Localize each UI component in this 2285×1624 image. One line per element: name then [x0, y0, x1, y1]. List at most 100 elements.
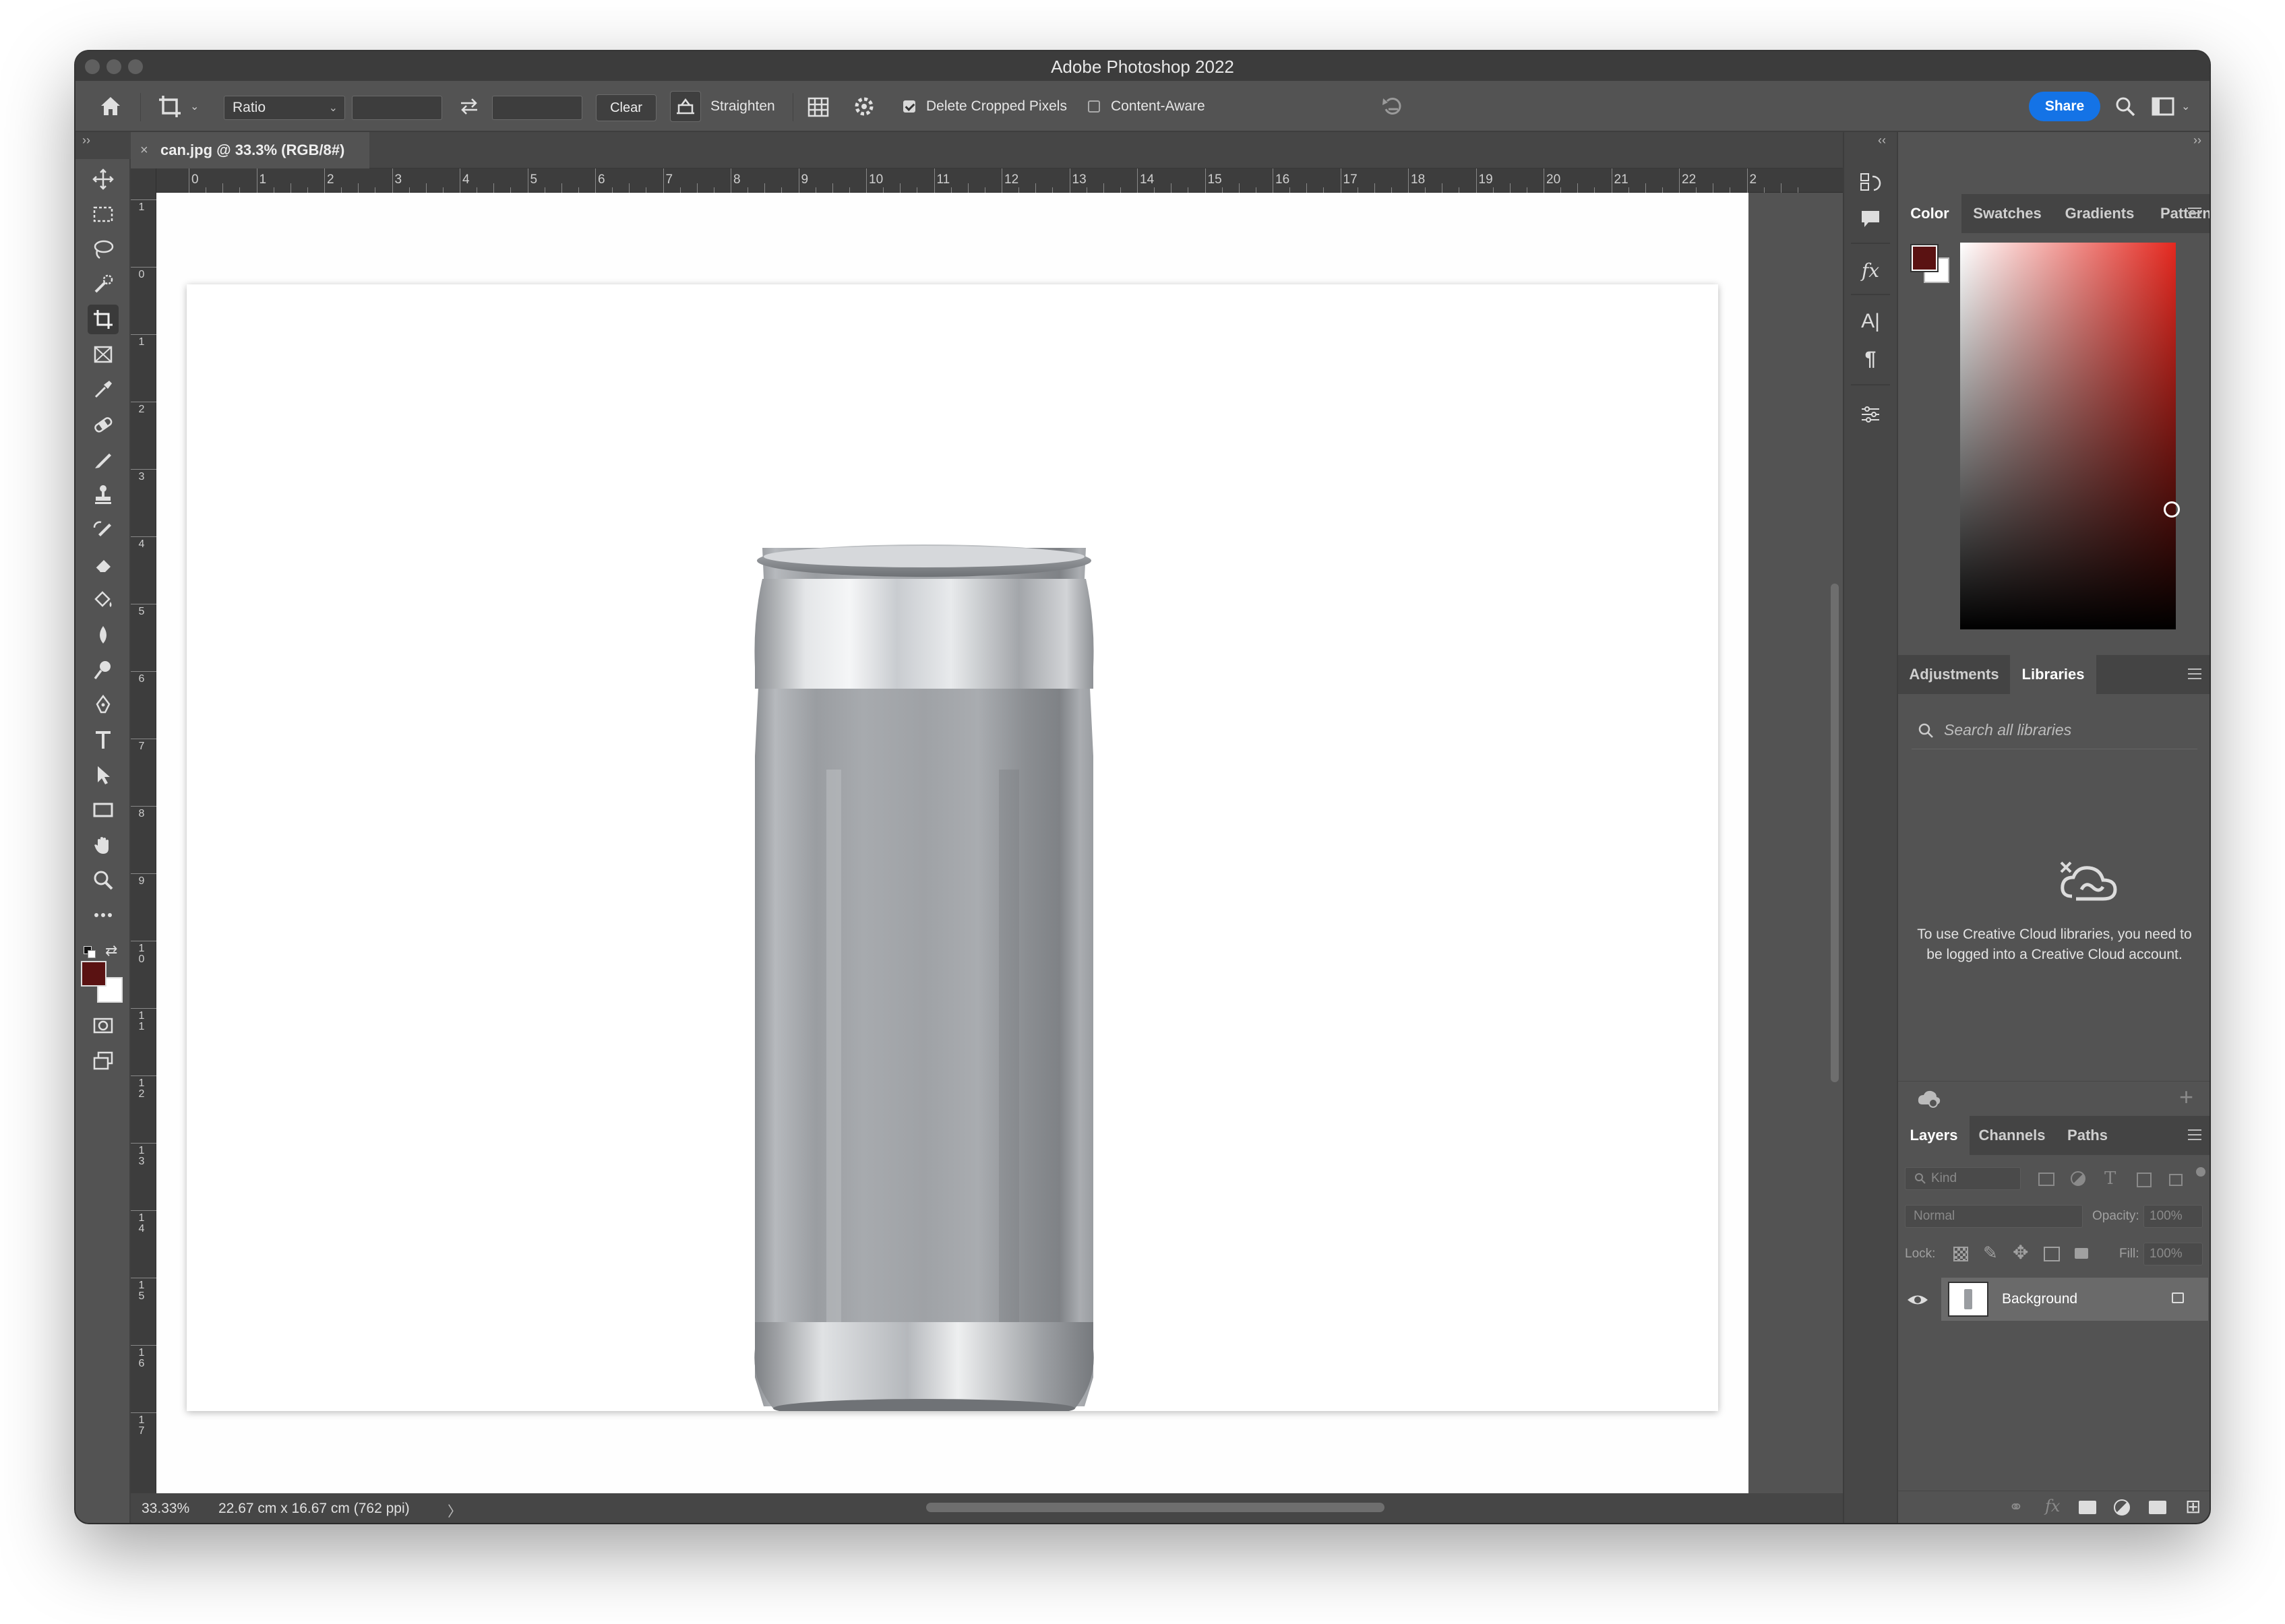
zoom-window-button[interactable]: [128, 59, 143, 74]
character-panel-button[interactable]: A|: [1854, 305, 1887, 338]
home-button[interactable]: [97, 81, 124, 132]
color-panel-menu-icon[interactable]: [2188, 208, 2201, 218]
lock-artboard-icon[interactable]: [2044, 1247, 2060, 1261]
paint-bucket-tool[interactable]: [88, 585, 119, 615]
document-canvas[interactable]: [187, 284, 1718, 1411]
foreground-color-swatch[interactable]: [81, 961, 106, 987]
ratio-select[interactable]: Ratio ⌄: [224, 96, 345, 120]
document-tab[interactable]: × can.jpg @ 33.3% (RGB/8#): [131, 132, 369, 168]
share-button[interactable]: Share: [2029, 92, 2100, 121]
paragraph-panel-button[interactable]: ¶: [1854, 342, 1887, 376]
filter-toggle-icon[interactable]: [2196, 1167, 2205, 1177]
crop-settings-button[interactable]: [852, 81, 876, 132]
clone-stamp-tool[interactable]: [88, 480, 119, 509]
tab-swatches[interactable]: Swatches: [1961, 194, 2053, 233]
visibility-eye-icon[interactable]: [1906, 1292, 1929, 1307]
horizontal-ruler[interactable]: 0 1 2 3 4 5 6 7 8 9 10 11 12 13 14 15 16 17 18 19 20 21 22 2: [156, 168, 1843, 193]
clear-button[interactable]: Clear: [596, 94, 657, 121]
filter-smart-object-icon[interactable]: [2169, 1174, 2183, 1186]
adjustment-layer-icon[interactable]: [2114, 1499, 2130, 1516]
rectangle-tool[interactable]: [88, 795, 119, 825]
layers-panel-menu-icon[interactable]: [2188, 1129, 2201, 1140]
status-menu-chevron-icon[interactable]: 〉: [448, 1501, 462, 1521]
link-layers-icon[interactable]: ⚭: [2009, 1497, 2023, 1518]
properties-panel-button[interactable]: [1854, 398, 1887, 431]
more-tools[interactable]: [88, 900, 119, 930]
close-window-button[interactable]: [85, 59, 100, 74]
healing-brush-tool[interactable]: [88, 410, 119, 439]
zoom-tool[interactable]: [88, 865, 119, 895]
workspace-switcher[interactable]: ⌄: [2152, 81, 2190, 132]
canvas-area[interactable]: [156, 193, 1843, 1493]
collapse-panels-icon[interactable]: ››: [2193, 133, 2201, 148]
marquee-tool[interactable]: [88, 199, 119, 229]
quick-mask-button[interactable]: [88, 1011, 119, 1040]
quick-select-tool[interactable]: [88, 270, 119, 299]
collapse-toolbox-icon[interactable]: ››: [82, 133, 90, 148]
library-search-input[interactable]: Search all libraries: [1912, 712, 2197, 749]
new-group-icon[interactable]: [2149, 1501, 2166, 1514]
filter-adjustment-icon[interactable]: [2071, 1171, 2085, 1186]
color-saturation-field[interactable]: [1960, 243, 2180, 629]
opacity-input[interactable]: 100%: [2143, 1205, 2203, 1228]
add-mask-icon[interactable]: [2079, 1501, 2096, 1514]
libraries-panel-menu-icon[interactable]: [2188, 668, 2201, 679]
panel-foreground-color[interactable]: [1910, 244, 1939, 272]
pen-tool[interactable]: [88, 690, 119, 720]
crop-preset-picker[interactable]: ⌄: [156, 81, 199, 132]
filter-type-icon[interactable]: T: [2104, 1168, 2116, 1189]
content-aware-checkbox[interactable]: Content-Aware: [1088, 81, 1205, 132]
blur-tool[interactable]: [88, 620, 119, 650]
layer-row-background[interactable]: Background: [1941, 1278, 2208, 1321]
fill-input[interactable]: 100%: [2143, 1243, 2203, 1266]
swap-colors-icon[interactable]: ⇄: [105, 942, 117, 960]
search-button[interactable]: [2114, 81, 2137, 132]
lock-all-icon[interactable]: [2075, 1248, 2088, 1259]
collapse-strip-icon[interactable]: ‹‹: [1878, 133, 1886, 148]
ratio-width-input[interactable]: [352, 96, 442, 120]
layer-filter-kind[interactable]: Kind: [1905, 1167, 2021, 1190]
vertical-ruler[interactable]: 101234567891011121314151617: [131, 168, 156, 1493]
type-tool[interactable]: [88, 725, 119, 755]
comments-panel-button[interactable]: [1854, 202, 1887, 236]
eyedropper-tool[interactable]: [88, 375, 119, 404]
move-tool[interactable]: [88, 164, 119, 194]
lasso-tool[interactable]: [88, 235, 119, 264]
vertical-scrollbar[interactable]: [1827, 193, 1843, 1493]
lock-transparent-icon[interactable]: [1953, 1247, 1968, 1261]
straighten-button[interactable]: Straighten: [670, 81, 775, 132]
tab-adjustments[interactable]: Adjustments: [1898, 655, 2010, 694]
close-tab-icon[interactable]: ×: [140, 143, 148, 158]
default-colors-icon[interactable]: [84, 946, 97, 960]
lock-position-icon[interactable]: ✥: [2013, 1241, 2028, 1263]
styles-panel-button[interactable]: fx: [1854, 253, 1887, 287]
swap-ratio-button[interactable]: [458, 81, 480, 132]
tab-libraries[interactable]: Libraries: [2010, 655, 2096, 694]
frame-tool[interactable]: [88, 340, 119, 369]
reset-crop-button[interactable]: [1380, 81, 1405, 132]
overlay-options-button[interactable]: [806, 81, 830, 132]
new-layer-icon[interactable]: ⊞: [2185, 1495, 2201, 1518]
history-brush-tool[interactable]: [88, 515, 119, 544]
tab-layers[interactable]: Layers: [1898, 1116, 1970, 1155]
screen-mode-button[interactable]: [88, 1046, 119, 1075]
path-select-tool[interactable]: [88, 760, 119, 790]
crop-tool[interactable]: [88, 305, 119, 334]
zoom-level[interactable]: 33.33%: [142, 1501, 189, 1517]
minimize-window-button[interactable]: [106, 59, 121, 74]
tab-gradients[interactable]: Gradients: [2053, 194, 2146, 233]
brush-tool[interactable]: [88, 445, 119, 474]
lock-image-icon[interactable]: ✎: [1983, 1243, 1998, 1263]
add-library-icon[interactable]: +: [2179, 1083, 2193, 1111]
eraser-tool[interactable]: [88, 550, 119, 580]
tab-paths[interactable]: Paths: [2054, 1116, 2121, 1155]
dodge-tool[interactable]: [88, 655, 119, 685]
history-panel-button[interactable]: [1854, 166, 1887, 199]
ratio-height-input[interactable]: [492, 96, 582, 120]
layer-style-fx-icon[interactable]: fx: [2045, 1497, 2060, 1516]
vertical-scroll-thumb[interactable]: [1831, 584, 1839, 1082]
hand-tool[interactable]: [88, 830, 119, 860]
filter-shape-icon[interactable]: [2137, 1173, 2152, 1187]
cloud-sync-icon[interactable]: [1917, 1088, 1941, 1108]
delete-cropped-pixels-checkbox[interactable]: Delete Cropped Pixels: [903, 81, 1067, 132]
